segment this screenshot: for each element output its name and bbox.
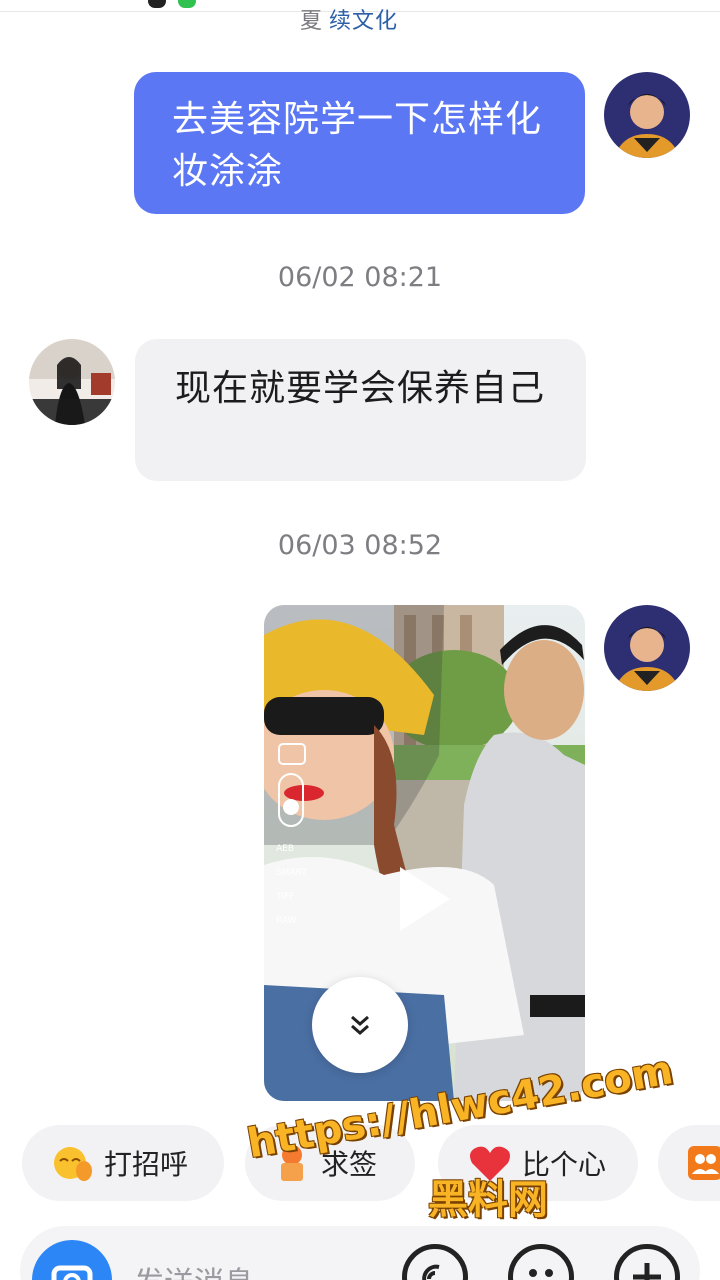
message-bubble-sent[interactable]: 去美容院学一下怎样化妆涂涂 <box>134 72 585 214</box>
message-bubble-received[interactable]: 现在就要学会保养自己 <box>135 339 586 481</box>
double-chevron-down-icon <box>351 1015 369 1035</box>
quick-reply-more[interactable] <box>658 1125 720 1201</box>
quick-reply-label: 打招呼 <box>104 1148 189 1181</box>
message-text: 去美容院学一下怎样化妆涂涂 <box>172 99 543 192</box>
camera-mode-raw: RAW <box>276 916 297 926</box>
more-button[interactable] <box>614 1244 680 1280</box>
message-text: 现在就要学会保养自己 <box>175 368 546 409</box>
online-indicator-icon <box>178 0 196 8</box>
contact-avatar[interactable] <box>29 339 115 425</box>
my-avatar[interactable] <box>604 72 690 158</box>
timestamp: 06/03 08:52 <box>277 530 443 561</box>
my-avatar[interactable] <box>604 605 690 691</box>
camera-icon <box>51 1265 93 1280</box>
status-indicator-icon <box>148 0 166 8</box>
wave-emoji-icon <box>54 1147 92 1181</box>
camera-switch-icon <box>278 743 306 765</box>
plus-icon <box>633 1263 661 1280</box>
play-icon[interactable] <box>400 867 450 931</box>
scroll-to-bottom-button[interactable] <box>312 977 408 1073</box>
emoji-icon <box>529 1269 553 1277</box>
voice-icon <box>422 1264 440 1280</box>
watermark-name: 黑料网 <box>428 1177 548 1223</box>
emoji-button[interactable] <box>508 1244 574 1280</box>
people-icon <box>688 1146 720 1180</box>
message-input[interactable]: 发送消息 <box>134 1258 254 1280</box>
voice-button[interactable] <box>402 1244 468 1280</box>
chat-screen: 夏续文化 去美容院学一下怎样化妆涂涂 06/02 08:21 现在就要学会保养自… <box>0 0 720 1280</box>
header-accent-part: 续文化 <box>329 9 399 34</box>
zoom-slider-icon <box>278 773 304 827</box>
camera-mode-tiff: TIFF <box>276 892 295 902</box>
camera-mode-aeb: AEB <box>276 844 295 854</box>
camera-mode-smart: SMART <box>276 868 307 878</box>
message-input-bar <box>20 1226 700 1280</box>
quick-reply-greet[interactable]: 打招呼 <box>22 1125 224 1201</box>
chat-header-title: 夏续文化 <box>300 3 398 35</box>
timestamp: 06/02 08:21 <box>277 262 443 293</box>
camera-button[interactable] <box>32 1240 112 1280</box>
camera-mode-list: AEB SMART TIFF RAW <box>276 837 307 933</box>
header-name-part: 夏 <box>300 9 324 34</box>
